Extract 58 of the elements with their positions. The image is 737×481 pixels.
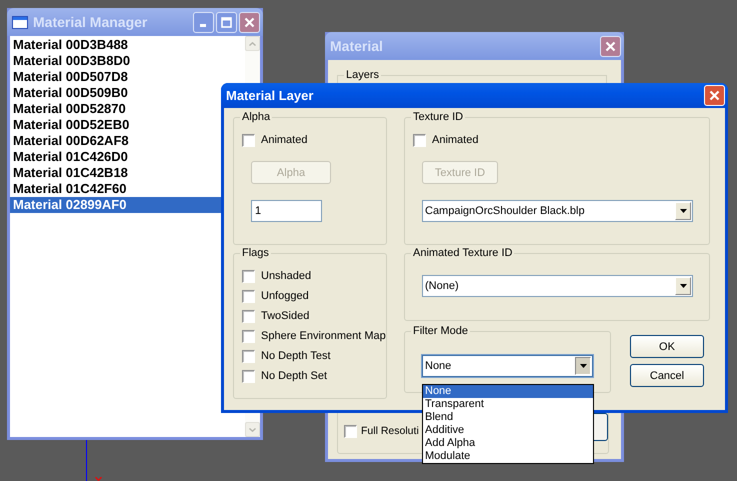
dropdown-option[interactable]: Add Alpha — [423, 437, 593, 450]
checkbox[interactable] — [242, 330, 255, 342]
input-field[interactable]: 1 — [251, 200, 322, 222]
caret-icon — [580, 364, 586, 368]
list-item[interactable]: Material 00D3B488 — [10, 37, 245, 53]
group-label: Flags — [241, 246, 270, 260]
checkbox[interactable] — [242, 310, 255, 322]
dropdown-option[interactable]: Additive — [423, 424, 593, 437]
checkbox-label: No Depth Set — [261, 370, 328, 382]
chevron-up-icon — [249, 42, 256, 46]
list-item[interactable]: Material 00D3B8D0 — [10, 53, 245, 69]
checkbox-label: Animated — [261, 134, 308, 146]
dropdown[interactable]: CampaignOrcShoulder Black.blp — [422, 200, 693, 222]
window-title: Material — [330, 38, 383, 54]
checkbox-label: Unshaded — [261, 270, 312, 282]
group-label: Texture ID — [412, 110, 464, 124]
checkbox[interactable] — [242, 350, 255, 362]
checkbox-label: Unfogged — [261, 290, 309, 302]
button[interactable]: Cancel — [630, 364, 704, 387]
axis-line — [86, 440, 87, 481]
close-icon — [709, 90, 720, 101]
minimize-icon — [200, 24, 206, 27]
button[interactable]: OK — [630, 335, 704, 358]
checkbox[interactable] — [242, 134, 255, 146]
group-label: Alpha — [241, 110, 272, 124]
window-title: Material Manager — [33, 14, 148, 30]
checkbox-label: Animated — [432, 134, 478, 146]
checkbox[interactable] — [413, 134, 426, 146]
checkbox-label: No Depth Test — [261, 350, 331, 362]
dropdown-option[interactable]: None — [423, 385, 593, 398]
dropdown-option[interactable]: Blend — [423, 411, 593, 424]
dropdown-option[interactable]: Transparent — [423, 398, 593, 411]
dropdown-option[interactable]: Modulate — [423, 450, 593, 463]
checkbox[interactable] — [242, 290, 255, 302]
checkbox[interactable] — [242, 270, 255, 282]
dropdown[interactable]: (None) — [422, 275, 693, 297]
checkbox-label: TwoSided — [261, 310, 310, 322]
checkbox[interactable] — [344, 424, 357, 438]
scroll-down-button[interactable] — [245, 422, 260, 437]
scroll-up-button[interactable] — [245, 36, 260, 51]
window-title: Material Layer — [226, 88, 314, 103]
group-label: Layers — [344, 68, 382, 82]
close-icon — [605, 40, 616, 52]
caret-icon — [680, 284, 686, 288]
checkbox-label: Full Resoluti — [361, 425, 419, 437]
maximize-icon — [221, 16, 232, 28]
group-label: Filter Mode — [412, 324, 470, 338]
close-icon — [244, 16, 255, 28]
axis-mark-icon — [95, 477, 102, 481]
list-item[interactable]: Material 00D507D8 — [10, 69, 245, 85]
group-label: Animated Texture ID — [412, 246, 514, 260]
window-icon — [12, 16, 28, 28]
chevron-down-icon — [249, 428, 256, 432]
checkbox-label: Sphere Environment Map — [261, 330, 386, 342]
checkbox[interactable] — [242, 370, 255, 382]
caret-icon — [680, 209, 686, 213]
dropdown-arrow-button[interactable] — [575, 357, 591, 375]
dropdown[interactable]: None — [422, 355, 593, 377]
